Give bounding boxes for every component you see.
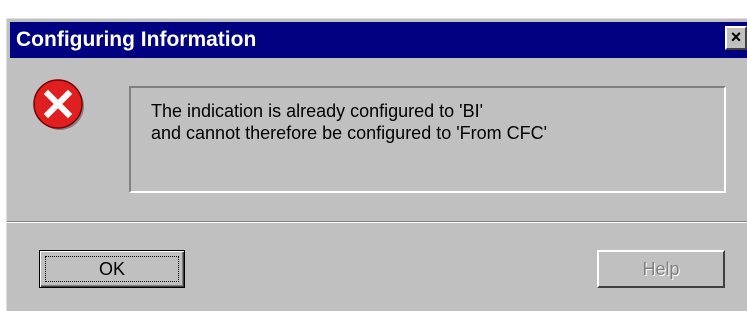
dialog-title: Configuring Information [16,28,257,51]
message-panel: The indication is already configured to … [129,86,726,193]
title-bar[interactable]: Configuring Information × [10,22,747,58]
close-icon: × [730,27,742,47]
help-button-label: Help [642,259,680,279]
error-icon [33,79,84,130]
ok-button[interactable]: OK [39,250,185,288]
close-button[interactable]: × [725,26,747,50]
help-button[interactable]: Help [597,250,725,288]
message-line-2: and cannot therefore be configured to 'F… [151,123,548,143]
separator [7,221,747,223]
message-line-1: The indication is already configured to … [151,101,484,121]
configuring-information-dialog: Configuring Information × The indication… [6,18,747,311]
ok-button-label: OK [98,259,125,279]
